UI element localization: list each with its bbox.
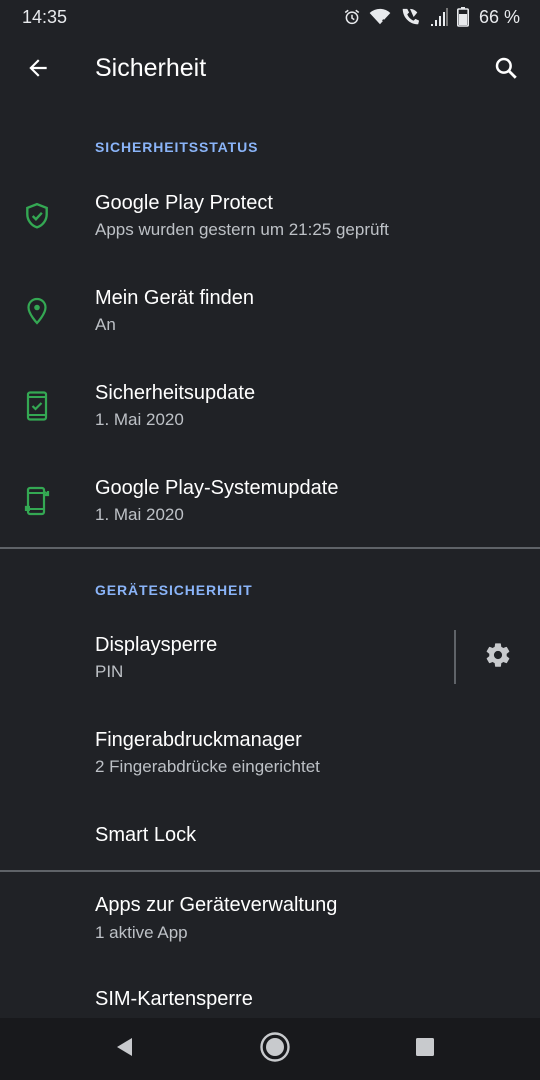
vertical-divider bbox=[454, 630, 456, 684]
item-title: Smart Lock bbox=[95, 824, 197, 846]
battery-percentage: 66 % bbox=[478, 6, 520, 27]
wifi-icon bbox=[369, 8, 391, 26]
list-item-fingerprint-manager[interactable]: Fingerabdruckmanager 2 Fingerabdrücke ei… bbox=[0, 701, 540, 796]
phone-update-icon bbox=[22, 486, 52, 516]
gear-icon bbox=[484, 641, 512, 674]
status-time: 14:35 bbox=[22, 7, 68, 27]
item-title: Mein Gerät finden bbox=[95, 287, 254, 309]
screen-lock-settings-button[interactable] bbox=[478, 637, 518, 677]
nav-recents-icon bbox=[415, 1037, 435, 1062]
wifi-calling-icon bbox=[399, 7, 421, 27]
nav-home-icon bbox=[259, 1031, 291, 1068]
section-header-security-status: SICHERHEITSSTATUS bbox=[95, 139, 259, 155]
list-item-sim-lock[interactable]: SIM-Kartensperre bbox=[0, 966, 540, 1018]
item-title: Google Play-Systemupdate bbox=[95, 477, 339, 499]
item-subtitle: 1. Mai 2020 bbox=[95, 410, 184, 429]
status-icons: 66 % bbox=[343, 6, 520, 28]
item-subtitle: 1. Mai 2020 bbox=[95, 505, 184, 524]
item-title: Apps zur Geräteverwaltung bbox=[95, 894, 338, 916]
item-title: Google Play Protect bbox=[95, 192, 273, 214]
item-subtitle: 1 aktive App bbox=[95, 923, 188, 942]
item-subtitle: An bbox=[95, 315, 116, 334]
list-item-play-system-update[interactable]: Google Play-Systemupdate 1. Mai 2020 bbox=[0, 449, 540, 544]
status-bar: 14:35 66 % bbox=[0, 0, 540, 34]
nav-recents-button[interactable] bbox=[407, 1031, 443, 1067]
list-item-smart-lock[interactable]: Smart Lock bbox=[0, 796, 540, 868]
nav-home-button[interactable] bbox=[257, 1031, 293, 1067]
list-item-google-play-protect[interactable]: Google Play Protect Apps wurden gestern … bbox=[0, 164, 540, 259]
signal-icon bbox=[429, 8, 449, 26]
list-item-find-my-device[interactable]: Mein Gerät finden An bbox=[0, 259, 540, 354]
item-subtitle: Apps wurden gestern um 21:25 geprüft bbox=[95, 220, 389, 239]
navigation-bar bbox=[0, 1018, 540, 1080]
battery-icon bbox=[456, 7, 469, 27]
alarm-icon bbox=[343, 8, 361, 26]
section-divider bbox=[0, 547, 540, 549]
item-title: Displaysperre bbox=[95, 634, 218, 656]
item-subtitle: PIN bbox=[95, 662, 124, 681]
item-title: Sicherheitsupdate bbox=[95, 382, 256, 404]
search-button[interactable] bbox=[486, 50, 526, 90]
section-header-device-security: GERÄTESICHERHEIT bbox=[95, 582, 253, 598]
page-title: Sicherheit bbox=[95, 54, 207, 82]
nav-back-button[interactable] bbox=[107, 1031, 143, 1067]
list-item-device-admin-apps[interactable]: Apps zur Geräteverwaltung 1 aktive App bbox=[0, 872, 540, 967]
app-bar: Sicherheit bbox=[0, 34, 540, 106]
item-title: SIM-Kartensperre bbox=[95, 988, 253, 1010]
list-item-security-update[interactable]: Sicherheitsupdate 1. Mai 2020 bbox=[0, 354, 540, 449]
location-pin-icon bbox=[22, 296, 52, 326]
shield-check-icon bbox=[22, 201, 52, 231]
back-button[interactable] bbox=[18, 50, 58, 90]
item-subtitle: 2 Fingerabdrücke eingerichtet bbox=[95, 757, 320, 776]
list-item-screen-lock[interactable]: Displaysperre PIN bbox=[0, 606, 540, 701]
phone-check-icon bbox=[22, 391, 52, 421]
settings-list[interactable]: SICHERHEITSSTATUS Google Play Protect Ap… bbox=[0, 106, 540, 1018]
arrow-back-icon bbox=[25, 55, 51, 86]
nav-back-icon bbox=[114, 1036, 136, 1063]
item-title: Fingerabdruckmanager bbox=[95, 729, 302, 751]
search-icon bbox=[493, 55, 519, 86]
